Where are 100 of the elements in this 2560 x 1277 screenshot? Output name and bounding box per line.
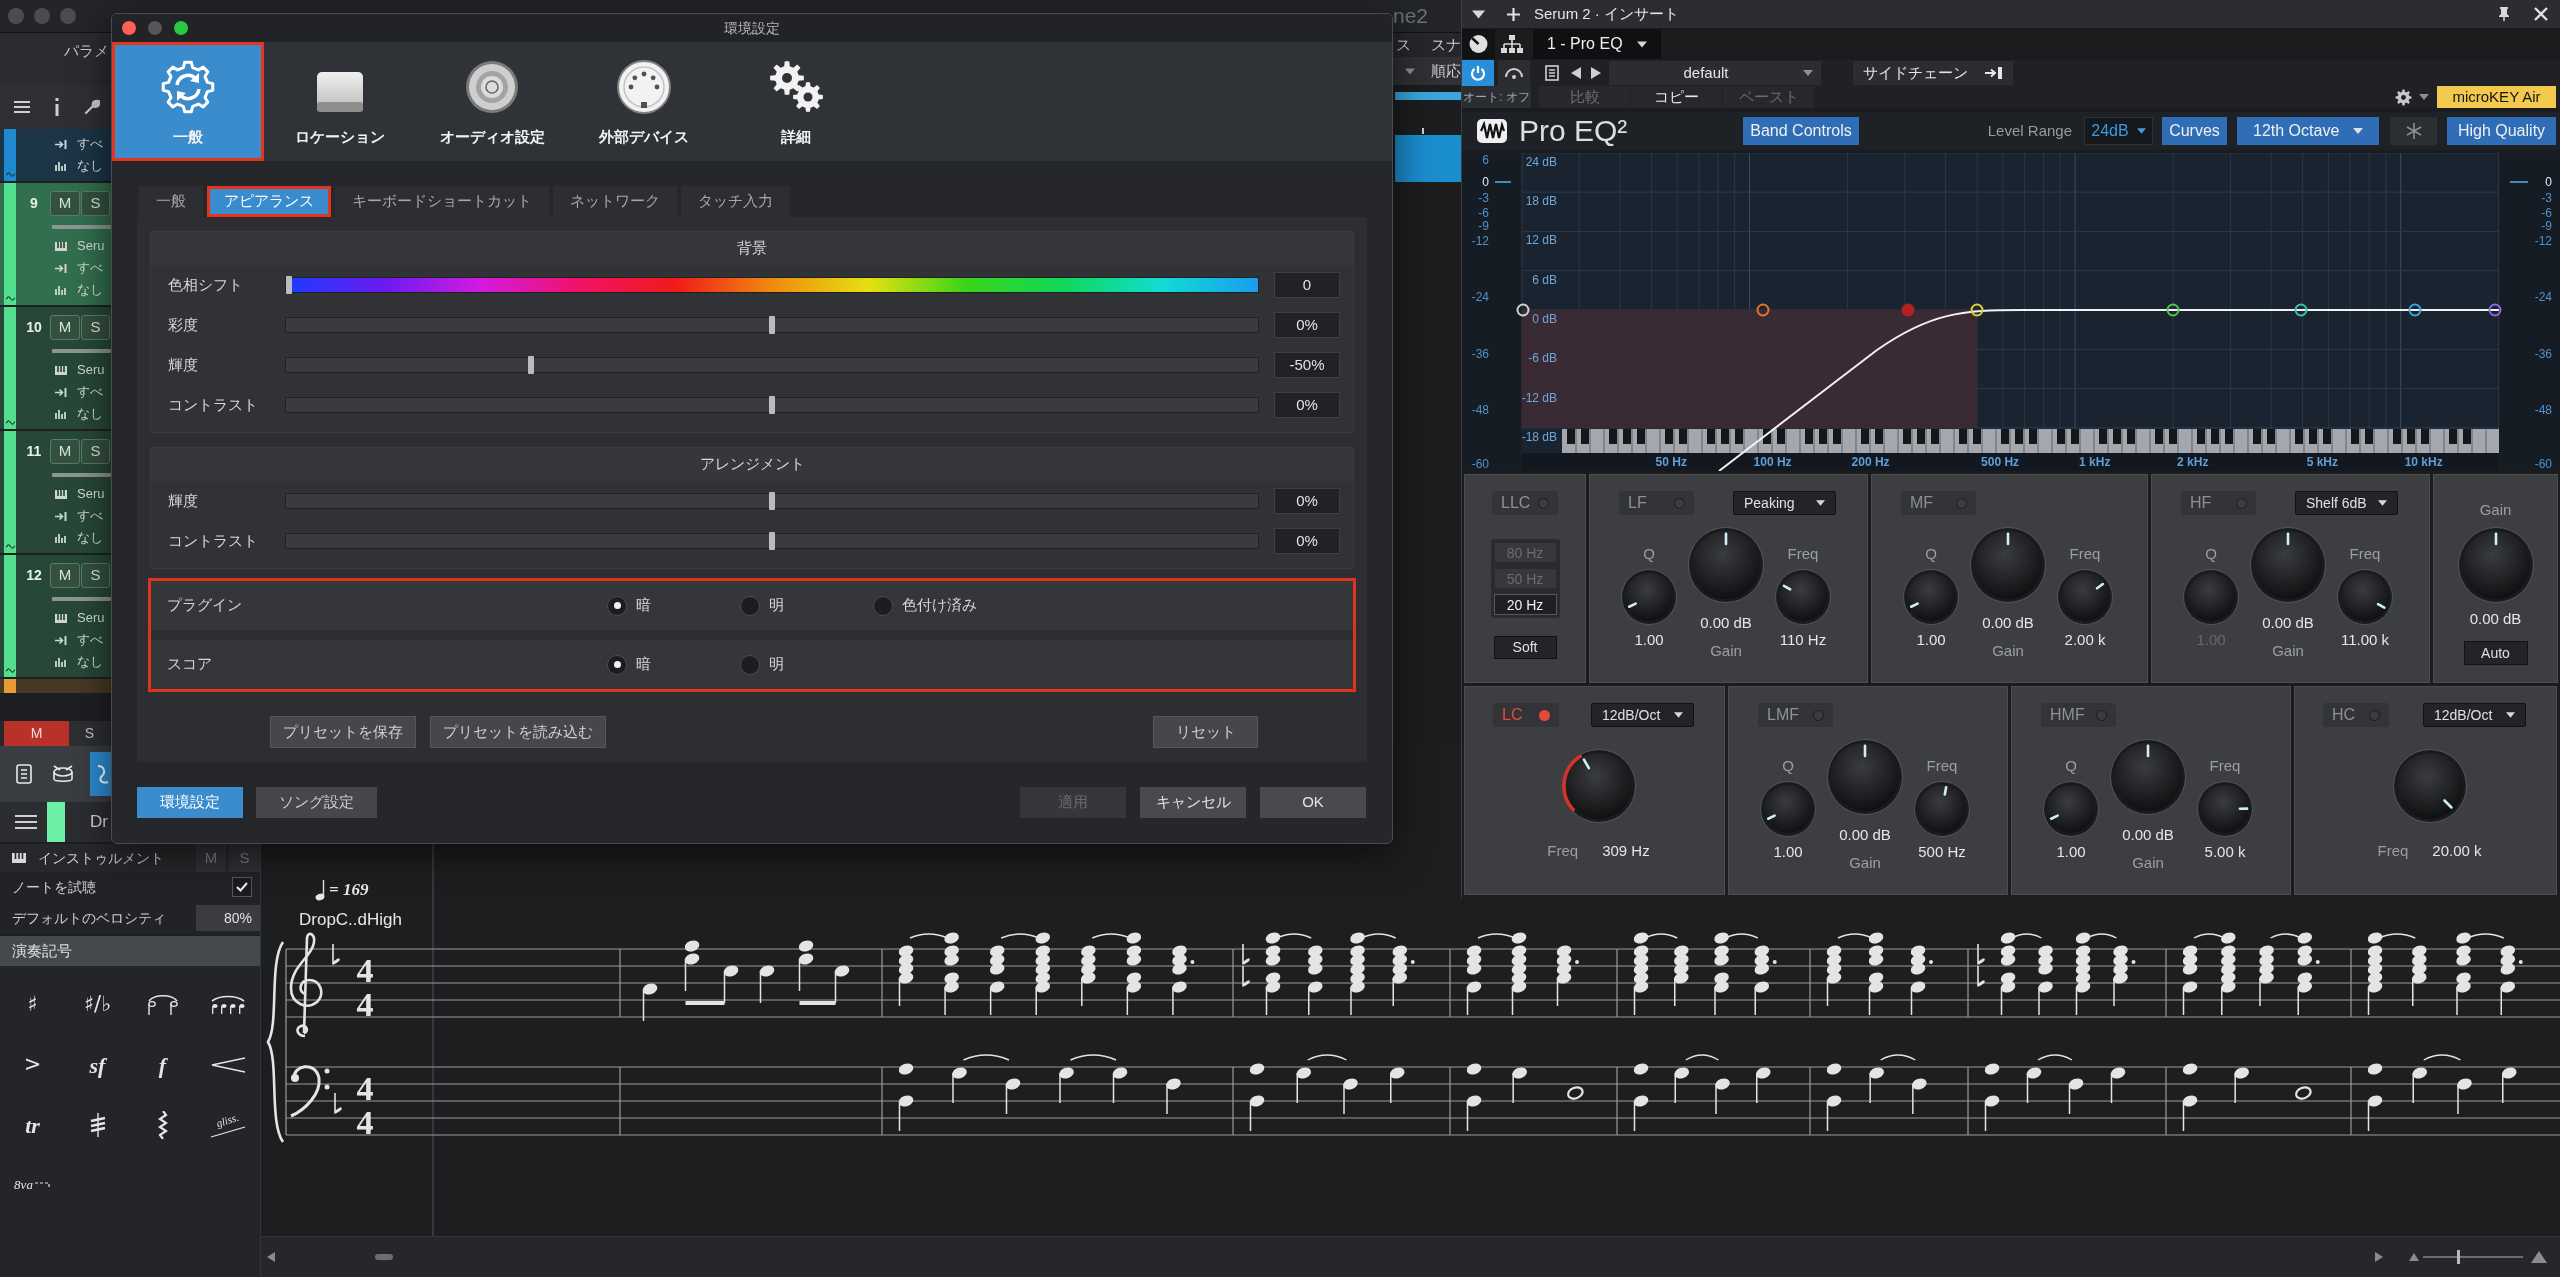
insert-selector[interactable]: 1 - Pro EQ: [1533, 29, 1661, 59]
edit-button[interactable]: コピー: [1631, 86, 1722, 108]
previous-icon[interactable]: [1571, 67, 1581, 79]
checkbox[interactable]: [232, 877, 252, 897]
track-header[interactable]: 10 M S Seru すべ なし: [0, 307, 111, 429]
next-icon[interactable]: [1591, 67, 1601, 79]
drum-icon[interactable]: [52, 764, 74, 784]
knob[interactable]: [1827, 739, 1903, 815]
track-header[interactable]: [0, 679, 111, 693]
radio-option[interactable]: 明: [740, 594, 784, 617]
caret-icon[interactable]: [2419, 94, 2429, 100]
knob[interactable]: [1903, 569, 1959, 625]
band-handle-icon[interactable]: [1756, 303, 1770, 317]
track-row-label[interactable]: Seru: [77, 608, 105, 628]
slider-track[interactable]: [285, 277, 1259, 293]
band-toggle[interactable]: LF: [1619, 491, 1694, 515]
track-header[interactable]: 11 M S Seru すべ なし: [0, 431, 111, 553]
device-name[interactable]: microKEY Air: [2437, 86, 2556, 108]
track-row-label[interactable]: なし: [77, 404, 103, 424]
track-row-label[interactable]: なし: [77, 652, 103, 672]
solo-all-button[interactable]: S: [69, 721, 110, 746]
category-tab[interactable]: 外部デバイス: [568, 42, 720, 161]
resolution-dropdown[interactable]: 12th Octave: [2237, 117, 2379, 145]
mute-button[interactable]: M: [50, 190, 80, 216]
knob[interactable]: [1914, 781, 1970, 837]
zoom-slider-thumb[interactable]: [2456, 1250, 2460, 1264]
track-header[interactable]: 9 M S Seru すべ なし: [0, 183, 111, 305]
dialog-button[interactable]: OK: [1260, 787, 1366, 818]
slider-thumb[interactable]: [769, 396, 775, 414]
track-row-label[interactable]: なし: [77, 156, 103, 176]
routing-icon[interactable]: [1501, 35, 1523, 53]
slider-track[interactable]: [285, 397, 1259, 413]
mode-dropdown[interactable]: 12dB/Oct: [2423, 703, 2526, 727]
band-toggle[interactable]: HC: [2323, 703, 2389, 727]
zoom-out-icon[interactable]: [2409, 1253, 2419, 1261]
horizontal-scrollbar[interactable]: [261, 1236, 2560, 1277]
slider-thumb[interactable]: [527, 356, 534, 374]
editor-tab-icon[interactable]: [90, 752, 111, 796]
track-row-label[interactable]: すべ: [77, 382, 103, 402]
knob[interactable]: [2043, 781, 2099, 837]
dialog-button[interactable]: キャンセル: [1140, 787, 1246, 818]
knob[interactable]: [2197, 781, 2253, 837]
info-icon[interactable]: [54, 98, 60, 116]
track-header[interactable]: 12 M S Seru すべ なし: [0, 555, 111, 677]
mode-label[interactable]: 順応: [1431, 59, 1461, 83]
sidechain-button[interactable]: サイドチェーン: [1853, 61, 2013, 85]
slider-thumb[interactable]: [286, 276, 292, 294]
track-row-label[interactable]: すべ: [77, 134, 103, 154]
knob[interactable]: [1970, 527, 2046, 603]
mute-button[interactable]: M: [50, 314, 80, 340]
category-tab[interactable]: 詳細: [720, 42, 872, 161]
slider-track[interactable]: [285, 533, 1259, 549]
scroll-left-icon[interactable]: [267, 1252, 275, 1262]
knob[interactable]: [1775, 569, 1831, 625]
radio-option[interactable]: 暗: [607, 594, 651, 617]
slider-thumb[interactable]: [769, 532, 775, 550]
track-row-label[interactable]: なし: [77, 528, 103, 548]
scroll-thumb[interactable]: [375, 1254, 393, 1260]
knob[interactable]: [1760, 781, 1816, 837]
preset-button[interactable]: プリセットを読み込む: [430, 716, 606, 748]
track-row-label[interactable]: Seru: [77, 360, 105, 380]
band-handle-icon[interactable]: [2294, 303, 2308, 317]
footer-tab[interactable]: ソング設定: [256, 787, 377, 818]
mute-button[interactable]: M: [50, 438, 80, 464]
track-row-label[interactable]: Seru: [77, 236, 105, 256]
eq-curve[interactable]: [1718, 309, 2500, 471]
mode-dropdown[interactable]: 12dB/Oct: [1591, 703, 1694, 727]
band-handle-icon[interactable]: [2166, 303, 2180, 317]
value-field[interactable]: 0%: [1274, 392, 1340, 418]
band-handle-icon[interactable]: [2408, 303, 2422, 317]
file-list-icon[interactable]: [1545, 65, 1559, 81]
toggle-button[interactable]: High Quality: [2447, 117, 2556, 145]
radio-option[interactable]: 暗: [607, 653, 651, 676]
menu-label[interactable]: ス: [1396, 33, 1411, 57]
menu-icon[interactable]: [14, 101, 30, 113]
menu-icon[interactable]: [15, 815, 37, 829]
knob[interactable]: [2392, 749, 2467, 823]
caret-icon[interactable]: [1472, 9, 1485, 19]
band-toggle[interactable]: HMF: [2041, 703, 2116, 727]
slider-thumb[interactable]: [769, 492, 775, 510]
toggle-button[interactable]: Band Controls: [1743, 117, 1859, 145]
footer-tab[interactable]: 環境設定: [137, 787, 243, 818]
value-field[interactable]: -50%: [1274, 352, 1340, 378]
band-handle-icon[interactable]: [1901, 303, 1915, 317]
category-tab[interactable]: ロケーション: [264, 42, 416, 161]
track-row-label[interactable]: なし: [77, 280, 103, 300]
value-field[interactable]: 0%: [1274, 488, 1340, 514]
knob[interactable]: [2057, 569, 2113, 625]
reset-button[interactable]: リセット: [1153, 716, 1258, 748]
knob[interactable]: [1561, 749, 1636, 823]
track-row-label[interactable]: すべ: [77, 630, 103, 650]
knob[interactable]: [2183, 569, 2239, 625]
radio-option[interactable]: 色付け済み: [873, 594, 977, 617]
soft-button[interactable]: Soft: [1493, 636, 1557, 659]
knob[interactable]: [2457, 527, 2534, 603]
volume-slider[interactable]: [52, 349, 111, 353]
knob[interactable]: [1621, 569, 1677, 625]
close-icon[interactable]: [2534, 7, 2548, 21]
toggle-button[interactable]: Curves: [2162, 117, 2227, 145]
slider-track[interactable]: [285, 317, 1259, 333]
